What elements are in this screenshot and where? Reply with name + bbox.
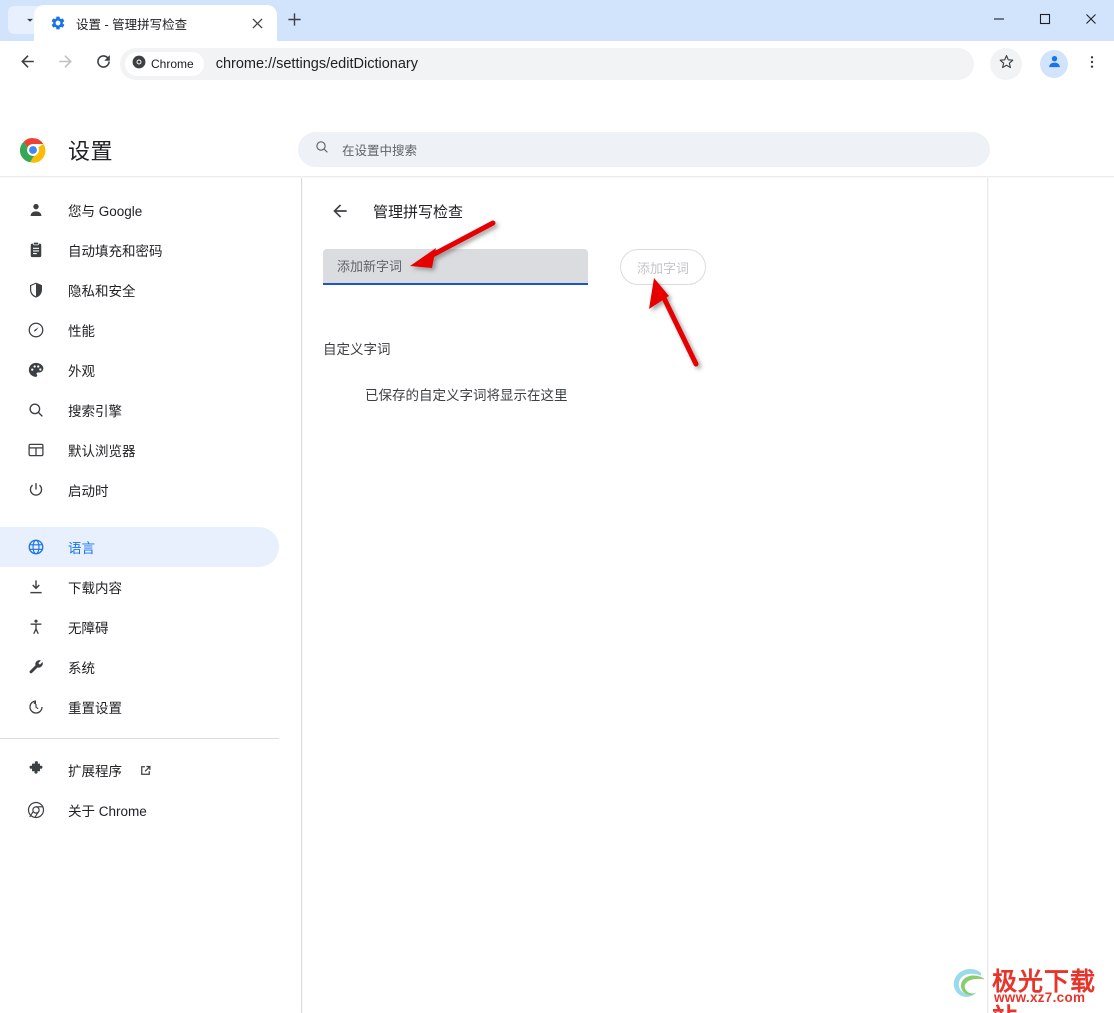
history-restore-icon — [26, 697, 46, 717]
chrome-logo-icon — [19, 137, 46, 163]
origin-chip-label: Chrome — [151, 57, 194, 71]
browser-menu-button[interactable] — [1078, 50, 1106, 78]
back-arrow-icon — [18, 52, 37, 76]
sidebar-item-privacy-security[interactable]: 隐私和安全 — [0, 270, 279, 310]
puzzle-icon — [26, 760, 46, 780]
sidebar-item-label: 默认浏览器 — [68, 444, 136, 459]
sidebar-item-label: 自动填充和密码 — [68, 244, 163, 259]
bookmark-button[interactable] — [990, 48, 1022, 80]
sidebar-item-label: 无障碍 — [68, 621, 109, 636]
palette-icon — [26, 360, 46, 380]
close-icon — [1085, 12, 1097, 30]
globe-icon — [26, 537, 46, 557]
sidebar-item-downloads[interactable]: 下载内容 — [0, 567, 279, 607]
minimize-icon — [993, 12, 1005, 30]
settings-content-card: 管理拼写检查 — [303, 178, 988, 1013]
new-tab-button[interactable] — [280, 8, 308, 36]
shield-icon — [26, 280, 46, 300]
three-dot-menu-icon — [1084, 54, 1100, 75]
sidebar-item-extensions[interactable]: 扩展程序 — [0, 750, 279, 790]
sidebar-item-label: 搜索引擎 — [68, 404, 122, 419]
sidebar-item-label: 启动时 — [68, 484, 109, 499]
origin-chip[interactable]: Chrome — [125, 52, 204, 76]
back-arrow-icon[interactable] — [329, 200, 351, 222]
sidebar-item-on-startup[interactable]: 启动时 — [0, 470, 279, 510]
sidebar-item-appearance[interactable]: 外观 — [0, 350, 279, 390]
sidebar-item-autofill-passwords[interactable]: 自动填充和密码 — [0, 230, 279, 270]
back-button[interactable] — [12, 49, 42, 79]
search-icon — [314, 139, 330, 160]
clipboard-icon — [26, 240, 46, 260]
sidebar-item-system[interactable]: 系统 — [0, 647, 279, 687]
tab-strip: 设置 - 管理拼写检查 — [0, 0, 1114, 41]
accessibility-icon — [26, 617, 46, 637]
sidebar-item-label: 性能 — [68, 324, 95, 339]
sidebar-item-label: 扩展程序 — [68, 764, 122, 779]
address-bar[interactable]: Chrome chrome://settings/editDictionary — [120, 48, 974, 80]
minimize-button[interactable] — [976, 0, 1022, 41]
open-in-new-icon — [138, 763, 153, 778]
forward-button[interactable] — [50, 49, 80, 79]
tab-close-icon[interactable] — [247, 13, 267, 33]
sidebar-item-search-engine[interactable]: 搜索引擎 — [0, 390, 279, 430]
add-word-button[interactable]: 添加字词 — [620, 249, 706, 285]
sidebar-item-you-and-google[interactable]: 您与 Google — [0, 190, 279, 230]
maximize-icon — [1039, 12, 1051, 30]
sidebar-item-label: 重置设置 — [68, 701, 122, 716]
sidebar-item-default-browser[interactable]: 默认浏览器 — [0, 430, 279, 470]
download-icon — [26, 577, 46, 597]
new-word-input[interactable] — [323, 249, 588, 285]
sidebar-item-accessibility[interactable]: 无障碍 — [0, 607, 279, 647]
sidebar-item-label: 您与 Google — [68, 204, 143, 219]
power-icon — [26, 480, 46, 500]
chrome-icon — [26, 800, 46, 820]
sidebar-item-languages[interactable]: 语言 — [0, 527, 279, 567]
settings-sidebar: 您与 Google 自动填充和密码 隐私和安全 性能 外观 搜索引擎 默认浏览器… — [0, 178, 302, 1013]
watermark-url: www.xz7.com — [994, 990, 1086, 1005]
speedometer-icon — [26, 320, 46, 340]
sidebar-item-label: 语言 — [68, 541, 95, 556]
sidebar-item-label: 关于 Chrome — [68, 804, 147, 819]
page-title: 设置 — [68, 139, 114, 164]
search-input[interactable]: 在设置中搜索 — [298, 132, 990, 167]
watermark-title: 极光下载站 — [992, 967, 1097, 1013]
search-icon — [26, 400, 46, 420]
tab-title: 设置 - 管理拼写检查 — [76, 17, 188, 32]
custom-words-section-label: 自定义字词 — [323, 342, 391, 357]
browser-window-icon — [26, 440, 46, 460]
person-icon — [26, 200, 46, 220]
sidebar-item-label: 外观 — [68, 364, 95, 379]
close-button[interactable] — [1068, 0, 1114, 41]
custom-words-empty-state: 已保存的自定义字词将显示在这里 — [365, 388, 568, 403]
sidebar-item-reset-settings[interactable]: 重置设置 — [0, 687, 279, 727]
plus-icon — [287, 12, 302, 32]
sidebar-divider — [0, 738, 279, 739]
browser-window: 设置 - 管理拼写检查 Chrome chrome://settings/edi… — [0, 0, 1114, 1013]
sidebar-item-label: 系统 — [68, 661, 95, 676]
add-word-row: 添加字词 — [323, 249, 706, 285]
forward-arrow-icon — [56, 52, 75, 76]
reload-icon — [94, 52, 113, 76]
sidebar-item-label: 隐私和安全 — [68, 284, 136, 299]
sidebar-item-performance[interactable]: 性能 — [0, 310, 279, 350]
window-controls — [976, 0, 1114, 41]
wrench-icon — [26, 657, 46, 677]
star-icon — [998, 53, 1015, 75]
address-bar-url: chrome://settings/editDictionary — [215, 56, 418, 72]
sidebar-item-label: 下载内容 — [68, 581, 122, 596]
maximize-button[interactable] — [1022, 0, 1068, 41]
search-placeholder: 在设置中搜索 — [342, 144, 418, 158]
reload-button[interactable] — [88, 49, 118, 79]
chrome-icon — [132, 55, 146, 74]
sidebar-item-about-chrome[interactable]: 关于 Chrome — [0, 790, 279, 830]
subpage-header: 管理拼写检查 — [303, 178, 987, 222]
content-right-gutter — [989, 178, 1114, 1013]
watermark: 极光下载站 www.xz7.com — [948, 962, 1108, 1013]
profile-avatar[interactable] — [1040, 50, 1068, 78]
tab[interactable]: 设置 - 管理拼写检查 — [34, 5, 277, 41]
subpage-title: 管理拼写检查 — [373, 203, 464, 221]
person-icon — [1046, 53, 1063, 75]
gear-icon — [50, 15, 66, 31]
